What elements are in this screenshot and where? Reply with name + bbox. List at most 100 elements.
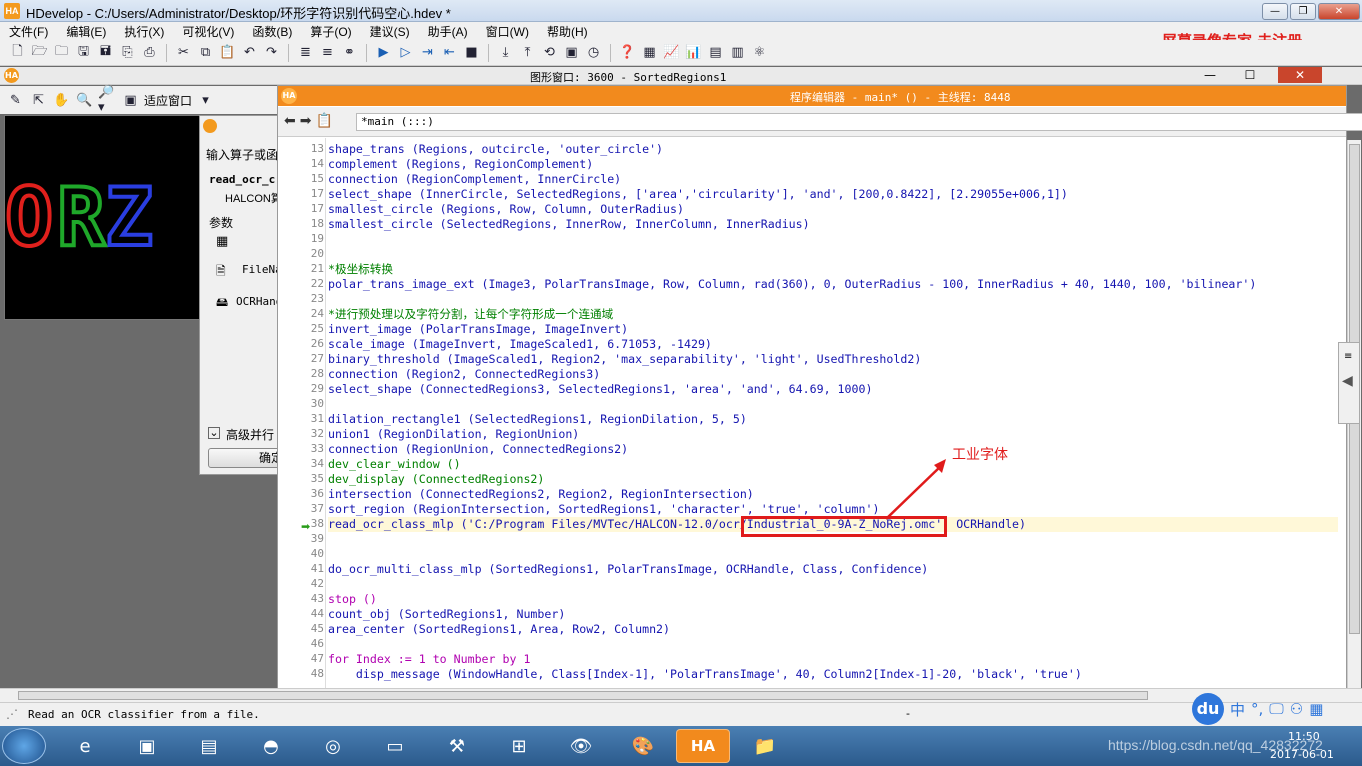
step-out-icon[interactable]: ⤒	[518, 43, 537, 62]
code-line[interactable]	[328, 577, 1338, 592]
restore-button[interactable]: ❐	[1290, 3, 1316, 20]
code-line[interactable]: stop ()	[328, 592, 1338, 607]
code-line[interactable]	[328, 292, 1338, 307]
app-icon[interactable]: 👁	[554, 729, 608, 763]
hdevelop-taskbar-button[interactable]: HA	[676, 729, 730, 763]
zoom-icon[interactable]: 🔍	[75, 91, 94, 110]
ime-grid-icon[interactable]: ▦	[1309, 700, 1323, 718]
code-line[interactable]: sort_region (RegionIntersection, SortedR…	[328, 502, 1338, 517]
menu-file[interactable]: 文件(F)	[0, 23, 57, 40]
code-line[interactable]: polar_trans_image_ext (Image3, PolarTran…	[328, 277, 1338, 292]
app-icon[interactable]: ⊞	[492, 729, 546, 763]
profiler-icon[interactable]: ◷	[584, 43, 603, 62]
histogram-icon[interactable]: 📈	[662, 43, 681, 62]
redo-icon[interactable]: ↷	[262, 43, 281, 62]
code-line[interactable]: invert_image (PolarTransImage, ImageInve…	[328, 322, 1338, 337]
operator-name[interactable]: read_ocr_c	[209, 173, 281, 186]
code-line[interactable]: shape_trans (Regions, outcircle, 'outer_…	[328, 142, 1338, 157]
ok-button[interactable]: 确定	[208, 448, 288, 468]
gw-minimize-button[interactable]: —	[1198, 67, 1222, 83]
forward-arrow-icon[interactable]: ➡	[300, 113, 312, 129]
folder-icon[interactable]: 📁	[738, 729, 792, 763]
ime-punctuation-icon[interactable]: °,	[1251, 700, 1263, 718]
gw-close-button[interactable]: ✕	[1278, 67, 1322, 83]
ime-chinese-icon[interactable]: 中	[1230, 699, 1245, 720]
menu-visualize[interactable]: 可视化(V)	[173, 23, 243, 40]
code-line[interactable]: dev_display (ConnectedRegions2)	[328, 472, 1338, 487]
cut-icon[interactable]: ✂	[174, 43, 193, 62]
code-line[interactable]: intersection (ConnectedRegions2, Region2…	[328, 487, 1338, 502]
run-icon[interactable]: ▶	[374, 43, 393, 62]
chevron-down-icon[interactable]: ▾	[196, 91, 215, 110]
help-icon[interactable]: ❓	[618, 43, 637, 62]
stop-icon[interactable]: ■	[462, 43, 481, 62]
app-icon[interactable]: ▣	[120, 729, 174, 763]
ime-logo-icon[interactable]: du	[1192, 693, 1224, 725]
ime-screen-icon[interactable]: 🖵	[1269, 700, 1283, 718]
start-button[interactable]	[2, 728, 46, 764]
code-line[interactable]: disp_message (WindowHandle, Class[Index-…	[328, 667, 1338, 682]
profile-icon[interactable]: 📊	[684, 43, 703, 62]
clock-date[interactable]: 2017-06-01	[1270, 748, 1334, 761]
code-line[interactable]: dilation_rectangle1 (SelectedRegions1, R…	[328, 412, 1338, 427]
menu-help[interactable]: 帮助(H)	[538, 23, 597, 40]
menu-edit[interactable]: 编辑(E)	[57, 23, 115, 40]
inspect-icon[interactable]: ▥	[728, 43, 747, 62]
minimize-button[interactable]: —	[1262, 3, 1288, 20]
feature-icon[interactable]: ⚛	[750, 43, 769, 62]
app-icon[interactable]: ▤	[182, 729, 236, 763]
code-line[interactable]: count_obj (SortedRegions1, Number)	[328, 607, 1338, 622]
code-line[interactable]: area_center (SortedRegions1, Area, Row2,…	[328, 622, 1338, 637]
close-button[interactable]: ✕	[1318, 3, 1360, 20]
reset-icon[interactable]: ⟲	[540, 43, 559, 62]
comment-icon[interactable]: ≣	[296, 43, 315, 62]
zoom-dropdown-icon[interactable]: 🔎▾	[98, 85, 117, 115]
code-line[interactable]	[328, 397, 1338, 412]
code-line[interactable]: union1 (RegionDilation, RegionUnion)	[328, 427, 1338, 442]
paste-icon[interactable]: 📋	[218, 43, 237, 62]
export-icon[interactable]: ⎘	[118, 43, 137, 62]
horizontal-scroll-thumb[interactable]	[18, 691, 1148, 700]
variable-icon[interactable]: ▦	[640, 43, 659, 62]
fit-window-select[interactable]: 适应窗口	[144, 92, 192, 109]
param-ocrhandle[interactable]: OCRHand	[236, 295, 282, 308]
print-icon[interactable]: ⎙	[140, 43, 159, 62]
advanced-parallel-label[interactable]: 高级并行	[226, 426, 274, 443]
param-filename[interactable]: FileNa	[242, 263, 282, 276]
find-icon[interactable]: ⚭	[340, 43, 359, 62]
app-icon[interactable]: ▭	[368, 729, 422, 763]
horizontal-scrollbar[interactable]	[0, 688, 1362, 702]
undo-icon[interactable]: ↶	[240, 43, 259, 62]
menu-operators[interactable]: 算子(O)	[301, 23, 360, 40]
open-example-icon[interactable]: 🗀	[52, 43, 71, 62]
new-file-icon[interactable]: 🗋	[8, 43, 27, 62]
code-line[interactable]	[328, 232, 1338, 247]
step-over-icon[interactable]: ⇥	[418, 43, 437, 62]
pointer-icon[interactable]: ⇱	[29, 91, 48, 110]
ie-icon[interactable]: e	[58, 729, 112, 763]
zoom-window-icon[interactable]: ▤	[706, 43, 725, 62]
procedure-tab[interactable]: *main (:::)	[356, 113, 1362, 131]
save-icon[interactable]: 🖫	[74, 43, 93, 62]
menu-assistants[interactable]: 助手(A)	[419, 23, 477, 40]
code-line[interactable]: connection (RegionUnion, ConnectedRegion…	[328, 442, 1338, 457]
code-line[interactable]: smallest_circle (Regions, Row, Column, O…	[328, 202, 1338, 217]
advanced-expand-icon[interactable]: ⌄	[208, 427, 220, 439]
clock-time[interactable]: 11:50	[1288, 730, 1320, 743]
code-area[interactable]: shape_trans (Regions, outcircle, 'outer_…	[328, 142, 1346, 690]
copy-icon[interactable]: ⧉	[196, 43, 215, 62]
code-line[interactable]: for Index := 1 to Number by 1	[328, 652, 1338, 667]
code-line[interactable]: select_shape (InnerCircle, SelectedRegio…	[328, 187, 1338, 202]
code-line[interactable]: do_ocr_multi_class_mlp (SortedRegions1, …	[328, 562, 1338, 577]
app-icon[interactable]: ◓	[244, 729, 298, 763]
menu-functions[interactable]: 函数(B)	[243, 23, 301, 40]
app-icon[interactable]: ⚒	[430, 729, 484, 763]
hand-icon[interactable]: ✋	[52, 91, 71, 110]
code-line[interactable]	[328, 637, 1338, 652]
side-panel-toggle[interactable]: ≡ ◀	[1338, 342, 1360, 424]
code-line[interactable]: binary_threshold (ImageScaled1, Region2,…	[328, 352, 1338, 367]
code-line[interactable]: dev_clear_window ()	[328, 457, 1338, 472]
ime-user-icon[interactable]: ⚇	[1290, 700, 1303, 718]
gw-maximize-button[interactable]: ☐	[1238, 67, 1262, 83]
code-line[interactable]	[328, 247, 1338, 262]
